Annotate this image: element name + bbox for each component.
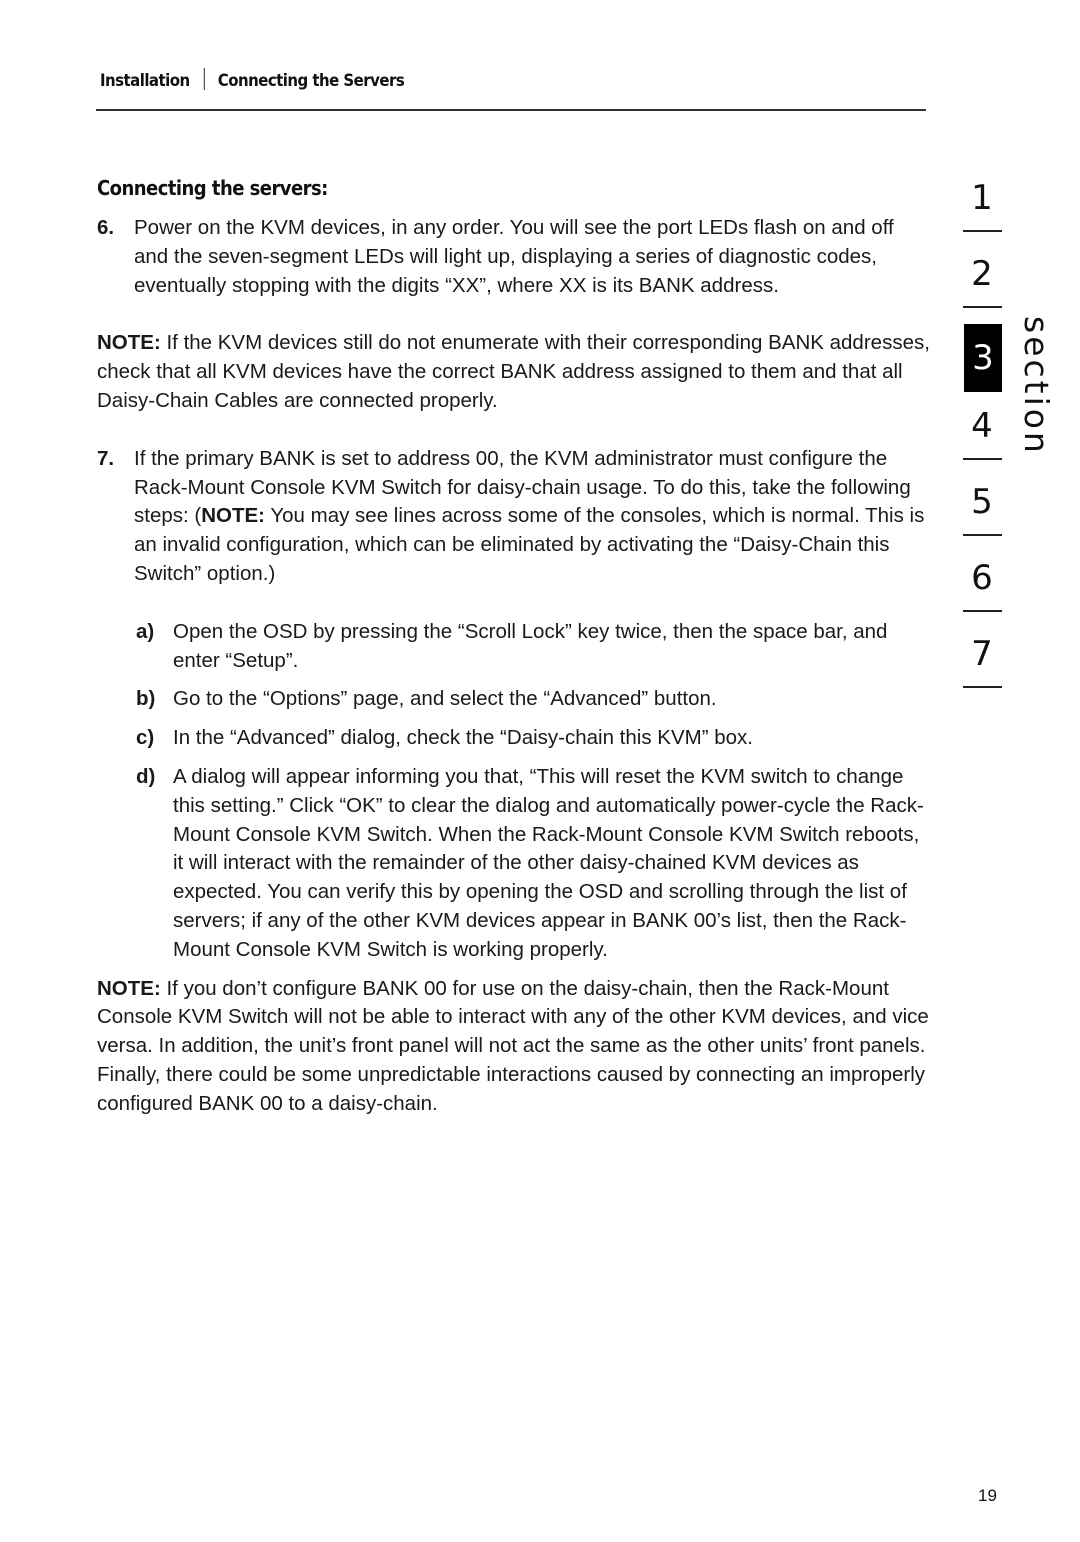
- breadcrumb-chapter: Installation: [100, 71, 190, 91]
- section-tab-3-active[interactable]: 3: [962, 324, 1002, 400]
- section-tab-4[interactable]: 4: [962, 400, 1002, 476]
- section-label: section: [1017, 316, 1056, 456]
- step-number: 7.: [97, 446, 115, 470]
- divider: [963, 686, 1002, 688]
- section-tab-5[interactable]: 5: [962, 476, 1002, 552]
- substep-label: a): [136, 619, 155, 643]
- substep-text: In the “Advanced” dialog, check the “Dai…: [173, 726, 753, 750]
- breadcrumb-separator: [203, 68, 205, 90]
- note-text: If you don’t configure BANK 00 for use o…: [97, 976, 929, 1115]
- section-tab-1[interactable]: 1: [962, 172, 1002, 248]
- note-bank00: NOTE: If you don’t configure BANK 00 for…: [97, 975, 932, 1119]
- substep-a: a) Open the OSD by pressing the “Scroll …: [136, 618, 932, 676]
- note-label: NOTE:: [97, 331, 161, 355]
- breadcrumb-topic: Connecting the Servers: [217, 71, 405, 91]
- substep-b: b) Go to the “Options” page, and select …: [136, 685, 932, 714]
- section-tab-2[interactable]: 2: [962, 248, 1002, 324]
- step-text: Power on the KVM devices, in any order. …: [134, 216, 894, 297]
- note-text: If the KVM devices still do not enumerat…: [97, 331, 930, 412]
- divider: [963, 610, 1002, 612]
- divider: [963, 230, 1002, 232]
- step-6: 6. Power on the KVM devices, in any orde…: [97, 214, 932, 300]
- note-label: NOTE:: [97, 976, 161, 1000]
- main-content: 6. Power on the KVM devices, in any orde…: [97, 214, 932, 1119]
- step-number: 6.: [97, 216, 115, 239]
- page-number: 19: [978, 1486, 997, 1505]
- step-7: 7. If the primary BANK is set to address…: [97, 445, 932, 589]
- substep-label: b): [136, 687, 156, 711]
- note-enumeration: NOTE: If the KVM devices still do not en…: [97, 329, 932, 415]
- section-heading: Connecting the servers:: [97, 176, 328, 200]
- substep-text: Open the OSD by pressing the “Scroll Loc…: [173, 619, 888, 672]
- substep-label: c): [136, 726, 155, 750]
- note-label: NOTE:: [201, 504, 265, 528]
- divider: [963, 306, 1002, 308]
- section-tab-7[interactable]: 7: [962, 628, 1002, 704]
- divider: [963, 534, 1002, 536]
- substep-c: c) In the “Advanced” dialog, check the “…: [136, 724, 932, 753]
- substep-text: Go to the “Options” page, and select the…: [173, 687, 717, 711]
- section-tabs: 1 2 3 4 5 6 7: [962, 172, 1002, 704]
- substep-text: A dialog will appear informing you that,…: [173, 764, 924, 961]
- substep-label: d): [136, 764, 156, 788]
- substep-d: d) A dialog will appear informing you th…: [136, 763, 932, 965]
- breadcrumb: Installation Connecting the Servers: [100, 68, 405, 91]
- section-tab-6[interactable]: 6: [962, 552, 1002, 628]
- divider: [963, 458, 1002, 460]
- running-header: Installation Connecting the Servers: [96, 66, 926, 111]
